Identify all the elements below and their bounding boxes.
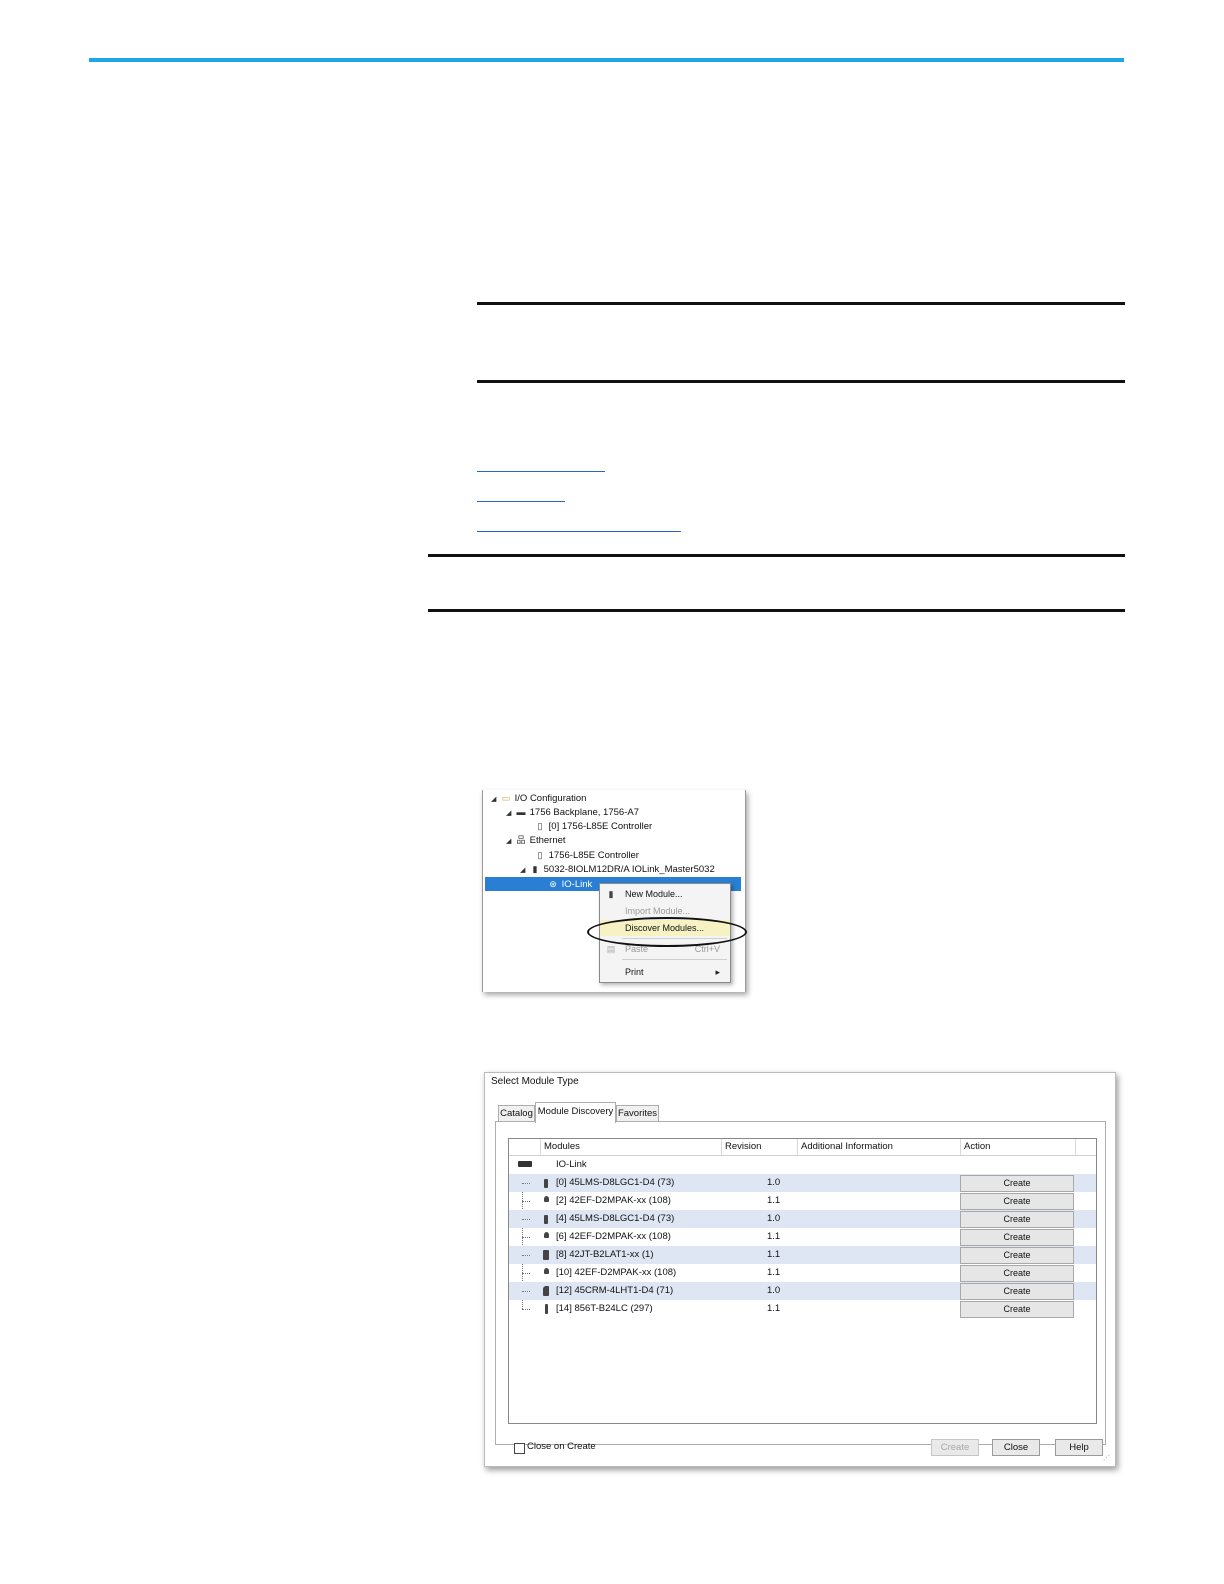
io-link-group-icon [518, 1161, 532, 1167]
tree-connector [522, 1237, 530, 1238]
controller-icon: ▯ [537, 850, 543, 860]
sensor-icon [544, 1268, 549, 1274]
grid-header: Modules Revision Additional Information … [509, 1139, 1096, 1156]
column-filler [1075, 1139, 1096, 1155]
tree-item-slot0-controller[interactable]: ▯ [0] 1756-L85E Controller [534, 819, 653, 833]
expand-triangle-icon[interactable]: ◢ [491, 793, 500, 807]
column-revision[interactable]: Revision [721, 1139, 791, 1155]
resize-grip-icon[interactable]: ⋰ [1103, 1454, 1110, 1462]
expand-triangle-icon[interactable]: ◢ [506, 835, 515, 849]
create-button[interactable]: Create [960, 1301, 1074, 1318]
tree-item-iolink-master[interactable]: ◢ ▮ 5032-8IOLM12DR/A IOLink_Master5032 [520, 862, 715, 876]
link-3[interactable] [477, 531, 681, 532]
tree-item-ethernet[interactable]: ◢ 品 Ethernet [506, 833, 566, 847]
submenu-arrow-icon: ▸ [715, 967, 720, 977]
tree-connector [522, 1183, 530, 1184]
sensor-icon [543, 1286, 549, 1296]
new-module-icon: ▮ [608, 889, 614, 899]
table-top-rule [477, 302, 1125, 305]
menu-item-new-module[interactable]: ▮ New Module... [600, 886, 730, 902]
sensor-icon [544, 1232, 549, 1238]
highlight-oval [587, 917, 747, 947]
link-2[interactable] [477, 501, 565, 502]
header-rule [89, 58, 1124, 62]
sensor-icon [544, 1196, 549, 1202]
tree-item-backplane[interactable]: ◢ ▬ 1756 Backplane, 1756-A7 [506, 805, 639, 819]
tree-item-ethernet-controller[interactable]: ▯ 1756-L85E Controller [534, 848, 639, 862]
create-button[interactable]: Create [960, 1193, 1074, 1210]
column-modules[interactable]: Modules [540, 1139, 719, 1155]
modules-grid: Modules Revision Additional Information … [508, 1138, 1097, 1424]
create-button[interactable]: Create [960, 1283, 1074, 1300]
discovery-panel: Modules Revision Additional Information … [495, 1121, 1106, 1445]
column-action[interactable]: Action [960, 1139, 1076, 1155]
network-icon: 品 [516, 835, 526, 845]
close-on-create-checkbox[interactable] [514, 1443, 525, 1454]
table-row[interactable]: [12] 45CRM-4LHT1-D4 (71) 1.0 Create [509, 1282, 1096, 1300]
tab-module-discovery[interactable]: Module Discovery [535, 1102, 616, 1123]
note-bottom-rule [428, 609, 1125, 612]
create-button[interactable]: Create [960, 1229, 1074, 1246]
column-additional-information[interactable]: Additional Information [797, 1139, 961, 1155]
table-row[interactable]: [8] 42JT-B2LAT1-xx (1) 1.1 Create [509, 1246, 1096, 1264]
tab-favorites[interactable]: Favorites [616, 1105, 659, 1122]
backplane-icon: ▬ [516, 807, 526, 817]
help-button[interactable]: Help [1055, 1439, 1103, 1456]
tree-connector [522, 1201, 530, 1202]
create-button[interactable]: Create [960, 1265, 1074, 1282]
close-button[interactable]: Close [992, 1439, 1040, 1456]
dialog-title: Select Module Type [491, 1076, 579, 1087]
sensor-icon [543, 1250, 549, 1260]
tab-catalog[interactable]: Catalog [498, 1105, 535, 1122]
tree-item-io-link[interactable]: ⊛ IO-Link [547, 877, 592, 891]
controller-icon: ▯ [537, 821, 543, 831]
table-row[interactable]: [10] 42EF-D2MPAK-xx (108) 1.1 Create [509, 1264, 1096, 1282]
expand-triangle-icon[interactable]: ◢ [520, 864, 529, 878]
table-bottom-rule [477, 380, 1125, 383]
select-module-type-dialog: Select Module Type Catalog Module Discov… [484, 1072, 1116, 1467]
note-top-rule [428, 554, 1125, 557]
sensor-icon [544, 1215, 548, 1224]
sensor-icon [545, 1304, 548, 1314]
io-link-icon: ⊛ [549, 879, 557, 889]
io-configuration-tree: ◢ ▭ I/O Configuration ◢ ▬ 1756 Backplane, … [482, 790, 747, 992]
table-row[interactable]: [6] 42EF-D2MPAK-xx (108) 1.1 Create [509, 1228, 1096, 1246]
folder-icon: ▭ [501, 793, 511, 803]
group-row-io-link[interactable]: IO-Link [509, 1156, 1096, 1174]
create-button-disabled[interactable]: Create [931, 1439, 979, 1456]
link-1[interactable] [477, 471, 605, 472]
expand-triangle-icon[interactable]: ◢ [506, 807, 515, 821]
tree-connector [522, 1273, 530, 1274]
table-row[interactable]: [4] 45LMS-D8LGC1-D4 (73) 1.0 Create [509, 1210, 1096, 1228]
create-button[interactable]: Create [960, 1211, 1074, 1228]
close-on-create-label: Close on Create [527, 1441, 596, 1452]
tree-connector [522, 1255, 530, 1256]
table-row[interactable]: [2] 42EF-D2MPAK-xx (108) 1.1 Create [509, 1192, 1096, 1210]
menu-item-print[interactable]: Print ▸ [600, 964, 730, 980]
create-button[interactable]: Create [960, 1175, 1074, 1192]
tree-connector [522, 1309, 530, 1310]
menu-separator [622, 959, 727, 960]
tree-item-io-configuration[interactable]: ◢ ▭ I/O Configuration [491, 791, 586, 805]
table-row[interactable]: [0] 45LMS-D8LGC1-D4 (73) 1.0 Create [509, 1174, 1096, 1192]
sensor-icon [544, 1179, 548, 1188]
module-icon: ▮ [532, 864, 538, 874]
tree-connector [522, 1291, 530, 1292]
create-button[interactable]: Create [960, 1247, 1074, 1264]
tree-connector [522, 1219, 530, 1220]
table-row[interactable]: [14] 856T-B24LC (297) 1.1 Create [509, 1300, 1096, 1318]
